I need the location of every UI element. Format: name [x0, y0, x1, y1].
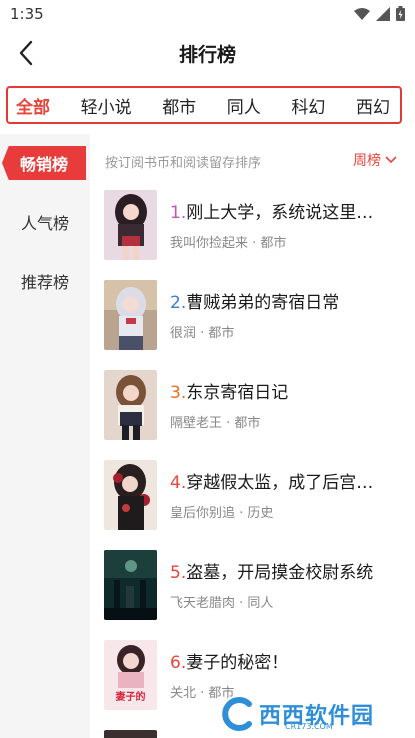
page-title: 排行榜 [178, 44, 236, 66]
book-title: 5.盗墓，开局摸金校尉系统 [170, 558, 406, 583]
book-name: 东京寄宿日记 [186, 383, 289, 403]
book-item[interactable]: 3.东京寄宿日记 隔壁老王 · 都市 [104, 370, 404, 440]
book-cover [104, 460, 157, 530]
book-title: 1.刚上大学，系统说这里… [170, 198, 406, 223]
book-author-genre: 皇后你别追 · 历史 [170, 506, 274, 521]
battery-icon [396, 6, 405, 21]
book-item[interactable]: 2.曹贼弟弟的寄宿日常 很润 · 都市 [104, 280, 404, 350]
book-cover: 妻子的 [104, 640, 157, 710]
book-author-genre: 很润 · 都市 [170, 326, 235, 341]
tab-fanfic[interactable]: 同人 [227, 93, 261, 118]
book-item[interactable]: 4.穿越假太监，成了后宫… 皇后你别追 · 历史 [104, 460, 404, 530]
watermark-sub: CR173.COM [285, 722, 333, 731]
book-name: 刚上大学，系统说这里… [186, 203, 374, 223]
book-item[interactable]: 5.盗墓，开局摸金校尉系统 飞天老腊肉 · 同人 [104, 550, 404, 620]
period-select[interactable]: 周榜 [353, 150, 397, 170]
signal-icon [376, 6, 390, 21]
rank-number: 6. [170, 653, 187, 673]
header: 排行榜 [0, 28, 415, 78]
book-name: 妻子的秘密！ [186, 653, 289, 673]
book-name: 盗墓，开局摸金校尉系统 [186, 563, 374, 583]
rank-number: 2. [170, 293, 187, 313]
book-title: 2.曹贼弟弟的寄宿日常 [170, 288, 406, 313]
wifi-icon [354, 7, 370, 20]
period-label: 周榜 [353, 153, 381, 169]
book-cover [104, 550, 157, 620]
status-icons [354, 6, 405, 21]
watermark-c-icon [222, 697, 252, 731]
book-cover [104, 280, 157, 350]
status-time: 1:35 [10, 5, 44, 23]
book-name: 穿越假太监，成了后宫… [186, 473, 374, 493]
book-author-genre: 隔壁老王 · 都市 [170, 416, 261, 431]
sidebar-item-recommended[interactable]: 推荐榜 [0, 264, 90, 298]
book-item[interactable]: 1.刚上大学，系统说这里… 我叫你捡起来 · 都市 [104, 190, 404, 260]
book-title: 3.东京寄宿日记 [170, 378, 406, 403]
book-cover [104, 370, 157, 440]
sort-hint: 按订阅书币和阅读留存排序 [105, 156, 262, 171]
cover-title-art: 妻子的 [116, 690, 146, 703]
rank-number: 4. [170, 473, 187, 493]
book-name: 曹贼弟弟的寄宿日常 [186, 293, 340, 313]
book-author-genre: 我叫你捡起来 · 都市 [170, 236, 287, 251]
status-bar: 1:35 [0, 0, 415, 28]
chevron-down-icon [385, 156, 397, 164]
ranking-sidebar: 畅销榜 人气榜 推荐榜 [0, 134, 90, 738]
tab-urban[interactable]: 都市 [162, 93, 196, 118]
rank-number: 1. [170, 203, 187, 223]
book-cover-partial [104, 730, 157, 738]
book-cover [104, 190, 157, 260]
tab-western-fantasy[interactable]: 西幻 [356, 93, 390, 118]
sidebar-item-popular[interactable]: 人气榜 [0, 205, 90, 239]
book-title: 4.穿越假太监，成了后宫… [170, 468, 406, 493]
book-title: 6.妻子的秘密！ [170, 648, 406, 673]
tab-all[interactable]: 全部 [16, 93, 50, 118]
sidebar-item-bestseller[interactable]: 畅销榜 [2, 146, 86, 180]
book-author-genre: 飞天老腊肉 · 同人 [170, 596, 274, 611]
category-tabs: 全部 轻小说 都市 同人 科幻 西幻 [6, 86, 402, 124]
tab-scifi[interactable]: 科幻 [291, 93, 325, 118]
rank-number: 3. [170, 383, 187, 403]
watermark-logo: 西西软件园 CR173.COM [215, 696, 405, 732]
tab-light-novel[interactable]: 轻小说 [81, 93, 132, 118]
rank-number: 5. [170, 563, 187, 583]
